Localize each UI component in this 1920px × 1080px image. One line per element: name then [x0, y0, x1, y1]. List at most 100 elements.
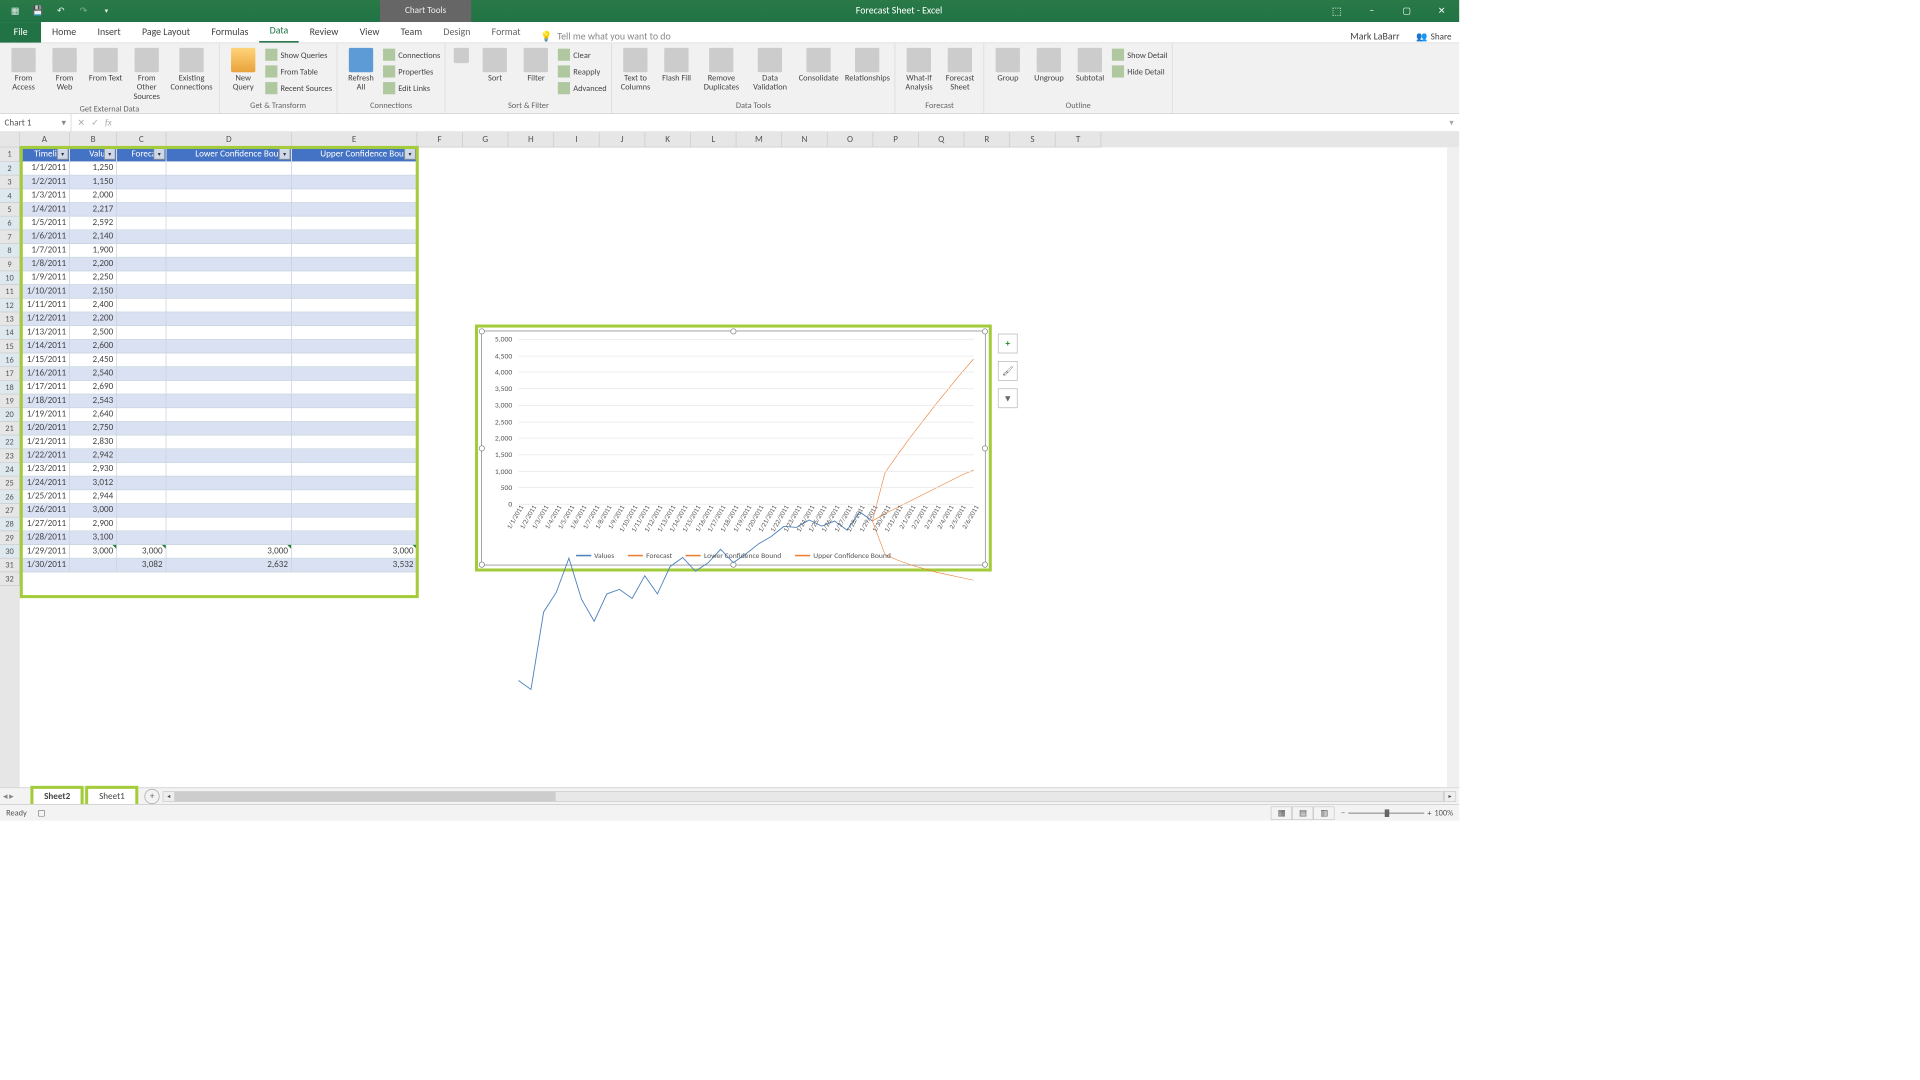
col-header[interactable]: H: [508, 132, 554, 147]
view-page-break[interactable]: ▥: [1314, 806, 1335, 820]
row-header[interactable]: 18: [0, 381, 20, 395]
row-header[interactable]: 15: [0, 340, 20, 354]
col-header[interactable]: N: [782, 132, 828, 147]
tab-formulas[interactable]: Formulas: [201, 22, 259, 43]
chart-legend[interactable]: Values Forecast Lower Confidence Bound Uppe…: [482, 550, 985, 560]
sort-button[interactable]: Sort: [476, 46, 514, 84]
add-sheet-button[interactable]: +: [145, 789, 160, 804]
text-to-columns-button[interactable]: Text to Columns: [617, 46, 655, 93]
minimize-button[interactable]: −: [1354, 0, 1389, 22]
row-header[interactable]: 24: [0, 463, 20, 477]
chart-styles-button[interactable]: 🖌: [998, 361, 1018, 381]
row-header[interactable]: 20: [0, 408, 20, 422]
vertical-scrollbar[interactable]: [1447, 147, 1459, 787]
zoom-out-button[interactable]: −: [1341, 808, 1345, 818]
recent-sources-button[interactable]: Recent Sources: [265, 80, 332, 97]
chart-series-line[interactable]: [518, 512, 872, 690]
from-text-button[interactable]: From Text: [87, 46, 125, 84]
account-name[interactable]: Mark LaBarr: [1341, 31, 1408, 42]
col-header[interactable]: T: [1056, 132, 1102, 147]
close-button[interactable]: ✕: [1424, 0, 1459, 22]
row-header[interactable]: 32: [0, 572, 20, 586]
what-if-analysis-button[interactable]: What-If Analysis: [900, 46, 938, 93]
name-box[interactable]: Chart 1▾: [0, 114, 71, 131]
row-header[interactable]: 9: [0, 258, 20, 272]
tab-design[interactable]: Design: [433, 22, 481, 43]
from-access-button[interactable]: From Access: [5, 46, 43, 93]
row-header[interactable]: 5: [0, 203, 20, 217]
row-header[interactable]: 19: [0, 394, 20, 408]
tab-team[interactable]: Team: [390, 22, 433, 43]
show-detail-button[interactable]: Show Detail: [1112, 46, 1167, 63]
row-header[interactable]: 27: [0, 504, 20, 518]
col-header[interactable]: M: [736, 132, 782, 147]
row-header[interactable]: 30: [0, 545, 20, 559]
sort-az-button[interactable]: [450, 46, 473, 64]
chart-series-line[interactable]: [872, 359, 973, 521]
tab-view[interactable]: View: [349, 22, 390, 43]
confirm-edit-icon[interactable]: ✓: [91, 117, 99, 128]
col-header[interactable]: O: [828, 132, 874, 147]
row-header[interactable]: 12: [0, 299, 20, 313]
row-header[interactable]: 26: [0, 490, 20, 504]
subtotal-button[interactable]: Subtotal: [1071, 46, 1109, 84]
select-all-corner[interactable]: [0, 132, 20, 147]
zoom-in-button[interactable]: +: [1427, 808, 1431, 818]
forecast-chart[interactable]: 05001,0001,5002,0002,5003,0003,5004,0004…: [481, 331, 986, 566]
existing-connections-button[interactable]: Existing Connections: [169, 46, 215, 93]
row-header[interactable]: 29: [0, 531, 20, 545]
tab-file[interactable]: File: [0, 22, 41, 43]
clear-button[interactable]: Clear: [558, 46, 607, 63]
redo-icon[interactable]: ↷: [74, 2, 92, 20]
tell-me-input[interactable]: 💡 Tell me what you want to do: [531, 31, 680, 42]
chart-add-element-button[interactable]: +: [998, 334, 1018, 354]
undo-icon[interactable]: ↶: [52, 2, 70, 20]
ribbon-options-icon[interactable]: ⬚: [1319, 0, 1354, 22]
row-header[interactable]: 28: [0, 518, 20, 532]
row-header[interactable]: 10: [0, 271, 20, 285]
view-normal[interactable]: ▦: [1271, 806, 1292, 820]
row-header[interactable]: 1: [0, 147, 20, 161]
row-header[interactable]: 8: [0, 244, 20, 258]
tab-home[interactable]: Home: [41, 22, 86, 43]
legend-item[interactable]: Upper Confidence Bound: [795, 550, 891, 560]
edit-links-button[interactable]: Edit Links: [383, 80, 440, 97]
from-table-button[interactable]: From Table: [265, 63, 332, 80]
resize-handle[interactable]: [982, 562, 988, 568]
row-header[interactable]: 13: [0, 312, 20, 326]
legend-item[interactable]: Lower Confidence Bound: [686, 550, 782, 560]
row-header[interactable]: 11: [0, 285, 20, 299]
chevron-down-icon[interactable]: ▾: [62, 117, 67, 128]
row-header[interactable]: 25: [0, 477, 20, 491]
view-page-layout[interactable]: ▤: [1292, 806, 1313, 820]
group-button[interactable]: Group: [989, 46, 1027, 84]
flash-fill-button[interactable]: Flash Fill: [658, 46, 696, 84]
forecast-sheet-button[interactable]: Forecast Sheet: [941, 46, 979, 93]
col-header[interactable]: S: [1010, 132, 1056, 147]
row-header[interactable]: 3: [0, 176, 20, 190]
share-button[interactable]: 👥 Share: [1409, 31, 1460, 42]
row-header[interactable]: 4: [0, 189, 20, 203]
consolidate-button[interactable]: Consolidate: [796, 46, 842, 84]
horizontal-scrollbar[interactable]: ◂▸: [160, 790, 1459, 802]
qat-dropdown-icon[interactable]: ▾: [97, 2, 115, 20]
cancel-edit-icon[interactable]: ✕: [78, 117, 86, 128]
tab-insert[interactable]: Insert: [87, 22, 131, 43]
col-header[interactable]: J: [600, 132, 646, 147]
legend-item[interactable]: Values: [576, 550, 614, 560]
legend-item[interactable]: Forecast: [628, 550, 672, 560]
col-header[interactable]: F: [417, 132, 463, 147]
resize-handle[interactable]: [982, 328, 988, 334]
new-query-button[interactable]: New Query: [224, 46, 262, 93]
row-header[interactable]: 6: [0, 217, 20, 231]
tab-data[interactable]: Data: [259, 21, 299, 43]
reapply-button[interactable]: Reapply: [558, 63, 607, 80]
col-header[interactable]: I: [554, 132, 600, 147]
row-header[interactable]: 17: [0, 367, 20, 381]
plot-area[interactable]: 05001,0001,5002,0002,5003,0003,5004,0004…: [518, 339, 973, 504]
row-header[interactable]: 22: [0, 435, 20, 449]
col-header[interactable]: K: [645, 132, 691, 147]
row-header[interactable]: 2: [0, 162, 20, 176]
properties-button[interactable]: Properties: [383, 63, 440, 80]
remove-duplicates-button[interactable]: Remove Duplicates: [699, 46, 745, 93]
